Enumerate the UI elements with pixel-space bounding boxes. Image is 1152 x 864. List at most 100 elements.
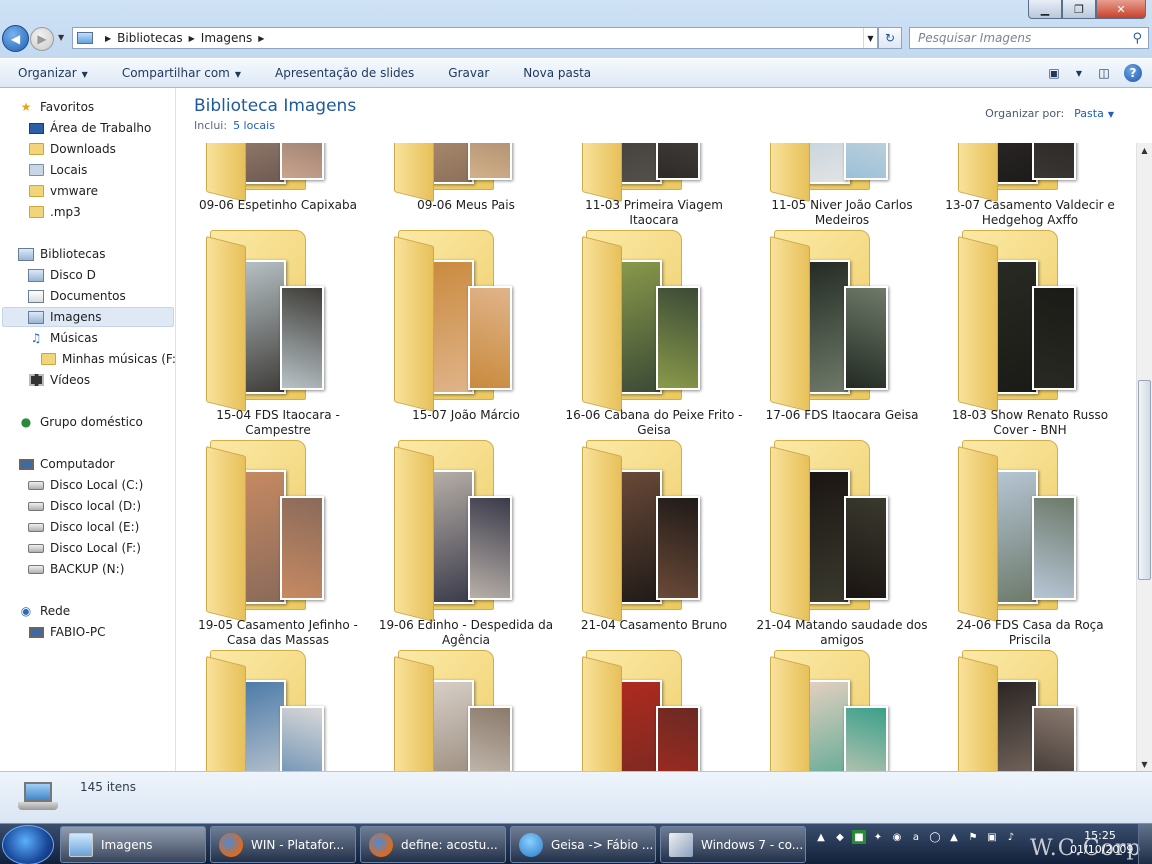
folder-item[interactable] [748, 650, 936, 771]
scrollbar-thumb[interactable] [1138, 380, 1151, 580]
task-explorer[interactable]: Imagens [60, 826, 206, 863]
arrange-by-dropdown[interactable]: Pasta [1074, 107, 1104, 120]
help-icon[interactable]: ? [1124, 64, 1142, 82]
nav-homegroup[interactable]: ● Grupo doméstico [18, 412, 143, 432]
library-includes: Inclui: 5 locais [194, 119, 275, 132]
vertical-scrollbar[interactable]: ▲ ▼ [1136, 143, 1152, 771]
nav-item-desktop[interactable]: Área de Trabalho [28, 118, 151, 138]
preview-pane-icon[interactable]: ◫ [1094, 63, 1114, 83]
breadcrumb-libraries[interactable]: Bibliotecas [117, 31, 182, 45]
nav-item-locais[interactable]: Locais [28, 160, 87, 180]
arrow-up-tray-icon[interactable]: ▲ [814, 830, 828, 844]
breadcrumb-pictures[interactable]: Imagens [201, 31, 252, 45]
refresh-button[interactable]: ↻ [878, 27, 902, 49]
folder-item[interactable]: 19-05 Casamento Jefinho - Casa das Massa… [184, 440, 372, 650]
nav-label: Documentos [50, 289, 126, 303]
nav-item-disco-d[interactable]: Disco D [28, 265, 96, 285]
a-tray-icon[interactable]: a [909, 830, 923, 844]
burn-button[interactable]: Gravar [430, 66, 505, 80]
address-bar[interactable]: ▶ Bibliotecas ▶ Imagens ▶ ▼ [72, 27, 878, 49]
folder-item[interactable] [184, 650, 372, 771]
nav-item-drive-n[interactable]: BACKUP (N:) [28, 559, 124, 579]
bluetooth-icon[interactable]: ◆ [833, 830, 847, 844]
folder-item[interactable]: 09-06 Meus Pais [372, 143, 560, 230]
caret-down-icon[interactable]: ▼ [1108, 110, 1114, 119]
folder-item[interactable]: 24-06 FDS Casa da Roça Priscila [936, 440, 1124, 650]
task-messenger[interactable]: Geisa -> Fábio ... [510, 826, 656, 863]
nav-item-music[interactable]: ♫ Músicas [28, 328, 98, 348]
msn-tray-icon[interactable]: ■ [852, 830, 866, 844]
chevron-right-icon[interactable]: ▶ [258, 34, 264, 43]
nav-item-downloads[interactable]: Downloads [28, 139, 116, 159]
change-view-icon[interactable]: ▣ [1044, 63, 1064, 83]
start-button[interactable] [2, 825, 54, 864]
volume-tray-icon[interactable]: ♪ [1004, 830, 1018, 844]
folder-icon [770, 143, 900, 202]
nav-libraries[interactable]: Bibliotecas [18, 244, 105, 264]
view-dropdown-icon[interactable]: ▼ [1074, 63, 1084, 83]
nav-item-vmware[interactable]: vmware [28, 181, 98, 201]
downloads-folder-icon [28, 142, 44, 156]
folder-item[interactable]: 15-04 FDS Itaocara - Campestre [184, 230, 372, 440]
network-tray-icon[interactable]: ✦ [871, 830, 885, 844]
folder-item[interactable] [372, 650, 560, 771]
share-button[interactable]: Compartilhar com ▼ [104, 66, 257, 80]
nav-item-my-music[interactable]: Minhas músicas (F:) [40, 349, 181, 369]
close-button[interactable]: ✕ [1096, 0, 1146, 19]
nav-favorites[interactable]: ★ Favoritos [18, 97, 95, 117]
nav-item-documents[interactable]: Documentos [28, 286, 126, 306]
folder-item[interactable]: 18-03 Show Renato Russo Cover - BNH [936, 230, 1124, 440]
nav-item-pictures[interactable]: Imagens [2, 307, 174, 327]
folder-item[interactable] [560, 650, 748, 771]
forward-button[interactable]: ▶ [30, 27, 54, 51]
flag-tray-icon[interactable]: ⚑ [966, 830, 980, 844]
address-dropdown-icon[interactable]: ▼ [863, 28, 877, 48]
maximize-button[interactable]: ❐ [1062, 0, 1096, 19]
back-button[interactable]: ◀ [2, 25, 29, 52]
locations-link[interactable]: 5 locais [233, 119, 275, 132]
antivirus-tray-icon[interactable]: ◉ [890, 830, 904, 844]
nav-item-fabio-pc[interactable]: FABIO-PC [28, 622, 106, 642]
folder-icon [394, 143, 524, 202]
show-desktop-button[interactable] [1138, 824, 1152, 864]
folder-item[interactable]: 16-06 Cabana do Peixe Frito - Geisa [560, 230, 748, 440]
task-paint[interactable]: Windows 7 - co... [660, 826, 806, 863]
scroll-up-icon[interactable]: ▲ [1137, 143, 1152, 157]
folder-item[interactable]: 09-06 Espetinho Capixaba [184, 143, 372, 230]
nav-item-drive-c[interactable]: Disco Local (C:) [28, 475, 143, 495]
usb-tray-icon[interactable]: ▲ [947, 830, 961, 844]
minimize-button[interactable]: ▁ [1028, 0, 1062, 19]
folder-item[interactable] [936, 650, 1124, 771]
new-folder-button[interactable]: Nova pasta [505, 66, 607, 80]
folder-item[interactable]: 17-06 FDS Itaocara Geisa [748, 230, 936, 440]
nav-item-mp3[interactable]: .mp3 [28, 202, 81, 222]
chevron-right-icon[interactable]: ▶ [105, 34, 111, 43]
nav-network[interactable]: ◉ Rede [18, 601, 70, 621]
folder-item[interactable]: 21-04 Matando saudade dos amigos [748, 440, 936, 650]
library-icon [28, 268, 44, 282]
search-icon[interactable]: ⚲ [1132, 31, 1142, 46]
nav-item-drive-d[interactable]: Disco local (D:) [28, 496, 141, 516]
sync-tray-icon[interactable]: ◯ [928, 830, 942, 844]
chevron-right-icon[interactable]: ▶ [189, 34, 195, 43]
monitor-tray-icon[interactable]: ▣ [985, 830, 999, 844]
slideshow-button[interactable]: Apresentação de slides [257, 66, 430, 80]
nav-item-drive-f[interactable]: Disco Local (F:) [28, 538, 141, 558]
recent-pages-icon[interactable]: ▼ [58, 33, 64, 42]
nav-item-videos[interactable]: Vídeos [28, 370, 90, 390]
folder-item[interactable]: 11-05 Niver João Carlos Medeiros [748, 143, 936, 230]
task-firefox-1[interactable]: WIN - Platafor... [210, 826, 356, 863]
folder-item[interactable]: 21-04 Casamento Bruno [560, 440, 748, 650]
search-box[interactable]: Pesquisar Imagens ⚲ [909, 27, 1149, 49]
folder-item[interactable]: 11-03 Primeira Viagem Itaocara [560, 143, 748, 230]
folder-item[interactable]: 13-07 Casamento Valdecir e Hedgehog Axff… [936, 143, 1124, 230]
nav-item-drive-e[interactable]: Disco local (E:) [28, 517, 139, 537]
photo-thumbnail [280, 143, 324, 180]
task-firefox-2[interactable]: define: acostu... [360, 826, 506, 863]
scroll-down-icon[interactable]: ▼ [1137, 757, 1152, 771]
folder-item[interactable]: 15-07 João Márcio [372, 230, 560, 440]
nav-computer[interactable]: Computador [18, 454, 115, 474]
folder-item[interactable]: 19-06 Edinho - Despedida da Agência [372, 440, 560, 650]
task-label: Windows 7 - co... [701, 837, 804, 852]
organize-button[interactable]: Organizar ▼ [0, 66, 104, 80]
